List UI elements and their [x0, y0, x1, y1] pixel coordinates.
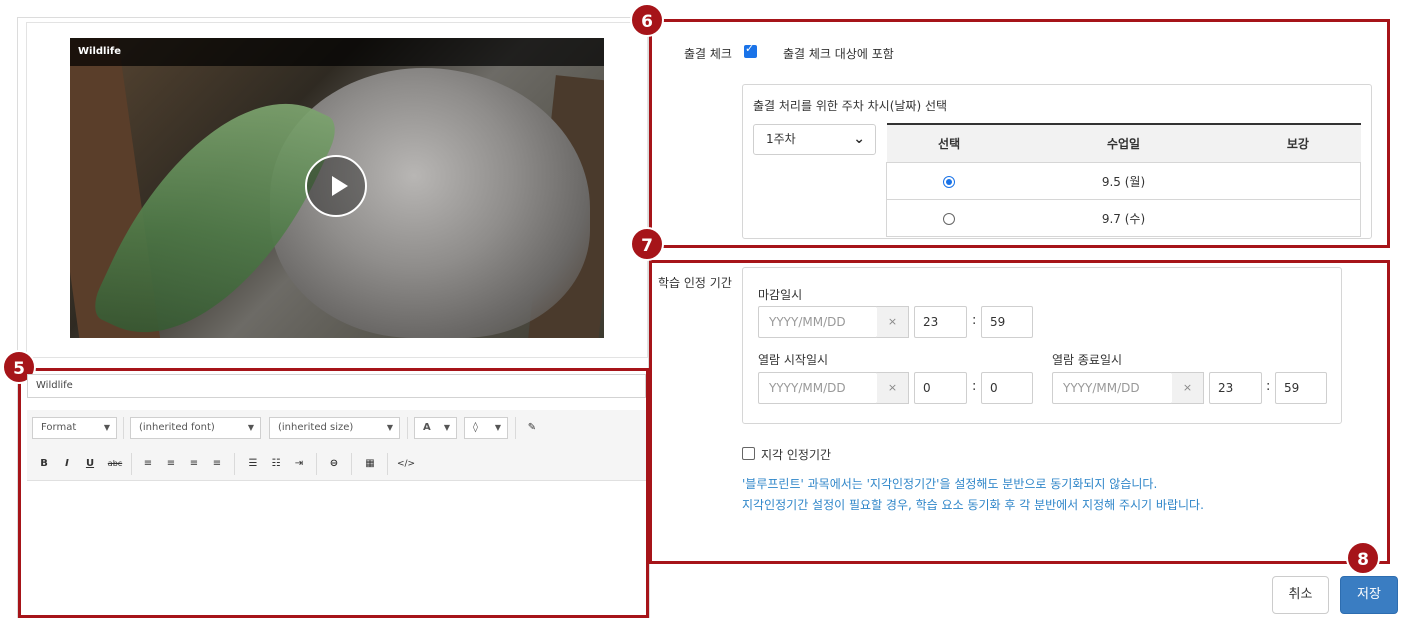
- week-select[interactable]: 1주차 ⌄: [753, 124, 876, 155]
- dropdown-arrow-icon: ▼: [386, 423, 393, 432]
- font-select-label: (inherited font): [139, 422, 215, 433]
- week-select-value: 1주차: [766, 132, 796, 146]
- column-header-select: 선택: [886, 123, 1012, 163]
- callout-badge-8: 8: [1346, 541, 1380, 575]
- indent-icon[interactable]: ⇥: [291, 456, 307, 472]
- week-table: 선택 수업일 보강 9.5 (월) 9.7 (수): [885, 123, 1362, 237]
- align-left-icon[interactable]: ≡: [140, 456, 156, 472]
- sync-note-line-1: '블루프린트' 과목에서는 '지각인정기간'을 설정해도 분반으로 동기화되지 …: [742, 477, 1158, 491]
- toolbar-divider: [131, 453, 132, 475]
- date-cell: 9.7 (수): [1011, 199, 1236, 237]
- background-color-button[interactable]: ◊ ▼: [464, 417, 508, 439]
- toolbar-divider: [407, 417, 408, 439]
- dropdown-arrow-icon: ▼: [443, 423, 450, 432]
- row-radio[interactable]: [943, 212, 956, 225]
- sync-note-line-2: 지각인정기간 설정이 필요할 경우, 학습 요소 동기화 후 각 분반에서 지정…: [742, 498, 1204, 512]
- droplet-icon: ◊: [473, 422, 478, 433]
- open-end-clear-button[interactable]: ×: [1172, 372, 1204, 404]
- toolbar-divider: [234, 453, 235, 475]
- late-period-label: 지각 인정기간: [761, 448, 832, 462]
- open-start-minute-input[interactable]: 0: [981, 372, 1033, 404]
- dropdown-arrow-icon: ▼: [494, 423, 501, 432]
- column-header-date: 수업일: [1011, 123, 1236, 163]
- dropdown-arrow-icon: ▼: [103, 423, 110, 432]
- size-select-label: (inherited size): [278, 422, 354, 433]
- align-justify-icon[interactable]: ≡: [209, 456, 225, 472]
- format-select[interactable]: Format ▼: [32, 417, 117, 439]
- content-title-input[interactable]: Wildlife: [27, 374, 646, 398]
- open-end-hour-input[interactable]: 23: [1209, 372, 1262, 404]
- late-period-checkbox[interactable]: [742, 447, 755, 460]
- numbered-list-icon[interactable]: ☷: [268, 456, 284, 472]
- table-row[interactable]: 9.7 (수): [885, 199, 1362, 237]
- row-radio[interactable]: [943, 175, 956, 188]
- select-cell[interactable]: [885, 199, 1012, 237]
- callout-badge-6: 6: [630, 3, 664, 37]
- time-separator: :: [972, 379, 977, 394]
- open-start-label: 열람 시작일시: [758, 353, 829, 367]
- column-header-makeup: 보강: [1235, 123, 1361, 163]
- size-select[interactable]: (inherited size) ▼: [269, 417, 400, 439]
- bullet-list-icon[interactable]: ☰: [245, 456, 261, 472]
- underline-button[interactable]: U: [82, 456, 98, 472]
- makeup-cell: [1235, 162, 1362, 200]
- time-separator: :: [972, 313, 977, 328]
- open-start-clear-button[interactable]: ×: [877, 372, 909, 404]
- open-end-label: 열람 종료일시: [1052, 353, 1123, 367]
- date-cell: 9.5 (월): [1011, 162, 1236, 200]
- play-icon[interactable]: [305, 155, 367, 217]
- dropdown-arrow-icon: ▼: [247, 423, 254, 432]
- editor-content-area[interactable]: [27, 481, 646, 614]
- editor-toolbar: Format ▼ (inherited font) ▼ (inherited s…: [27, 410, 646, 481]
- week-section-title: 출결 처리를 위한 주차 차시(날짜) 선택: [753, 99, 948, 113]
- deadline-minute-input[interactable]: 59: [981, 306, 1033, 338]
- chevron-down-icon: ⌄: [853, 131, 865, 147]
- format-select-label: Format: [41, 422, 77, 433]
- clear-format-icon[interactable]: ✎: [524, 420, 540, 436]
- video-player[interactable]: Wildlife: [70, 38, 604, 338]
- open-end-date-input[interactable]: YYYY/MM/DD: [1052, 372, 1173, 404]
- makeup-cell: [1235, 199, 1362, 237]
- align-right-icon[interactable]: ≡: [186, 456, 202, 472]
- deadline-date-input[interactable]: YYYY/MM/DD: [758, 306, 878, 338]
- table-icon[interactable]: ▦: [362, 456, 378, 472]
- time-separator: :: [1266, 379, 1271, 394]
- text-color-icon: A: [423, 422, 431, 433]
- open-end-minute-input[interactable]: 59: [1275, 372, 1327, 404]
- italic-button[interactable]: I: [59, 456, 75, 472]
- strikethrough-button[interactable]: abc: [105, 456, 125, 472]
- font-select[interactable]: (inherited font) ▼: [130, 417, 261, 439]
- toolbar-divider: [351, 453, 352, 475]
- save-button[interactable]: 저장: [1340, 576, 1398, 614]
- deadline-clear-button[interactable]: ×: [877, 306, 909, 338]
- attendance-checkbox[interactable]: [744, 42, 757, 58]
- toolbar-divider: [316, 453, 317, 475]
- cancel-button[interactable]: 취소: [1272, 576, 1329, 614]
- text-color-button[interactable]: A ▼: [414, 417, 457, 439]
- align-center-icon[interactable]: ≡: [163, 456, 179, 472]
- attendance-checkbox-label: 출결 체크 대상에 포함: [783, 47, 894, 61]
- deadline-hour-input[interactable]: 23: [914, 306, 967, 338]
- link-icon[interactable]: ⊖: [326, 456, 342, 472]
- table-row[interactable]: 9.5 (월): [885, 162, 1362, 200]
- toolbar-divider: [387, 453, 388, 475]
- callout-badge-7: 7: [630, 227, 664, 261]
- bold-button[interactable]: B: [36, 456, 52, 472]
- open-start-hour-input[interactable]: 0: [914, 372, 967, 404]
- deadline-label: 마감일시: [758, 288, 803, 302]
- period-label: 학습 인정 기간: [658, 276, 732, 290]
- source-code-button[interactable]: </>: [395, 456, 417, 472]
- select-cell[interactable]: [885, 162, 1012, 200]
- open-start-date-input[interactable]: YYYY/MM/DD: [758, 372, 878, 404]
- attendance-label: 출결 체크: [684, 47, 732, 61]
- video-title: Wildlife: [70, 38, 604, 66]
- toolbar-divider: [515, 417, 516, 439]
- toolbar-divider: [123, 417, 124, 439]
